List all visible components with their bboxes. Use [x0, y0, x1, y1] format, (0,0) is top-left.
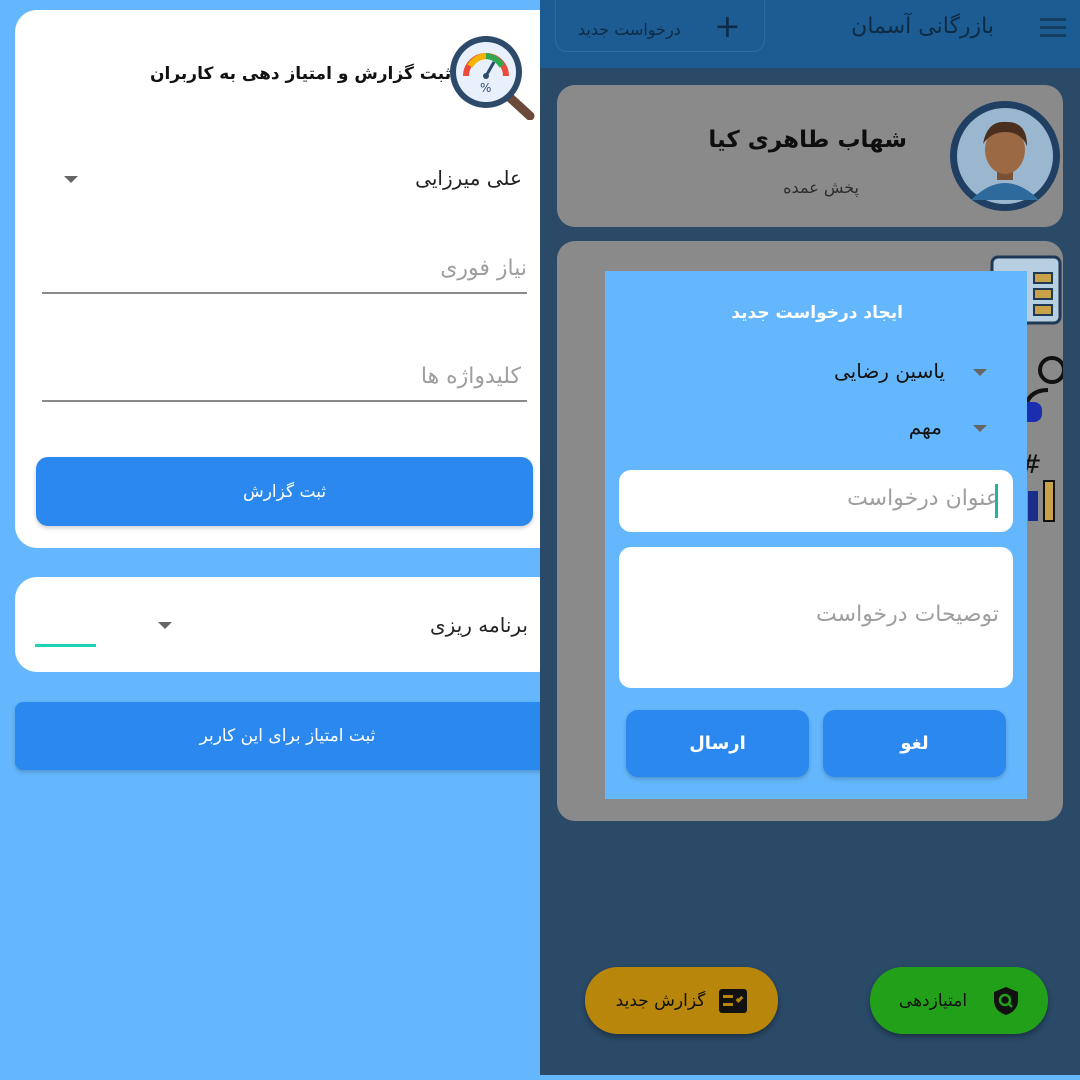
new-request-button[interactable]: درخواست جدید + [555, 0, 765, 52]
chevron-down-icon [64, 176, 78, 183]
checklist-icon [719, 988, 748, 1013]
keywords-placeholder: کلیدواژه ها [420, 364, 521, 389]
avatar [949, 100, 1061, 212]
scoring-fab[interactable]: امتیازدهی [870, 967, 1048, 1034]
request-title-input[interactable]: عنوان درخواست [619, 470, 1013, 532]
new-request-dialog: ایجاد درخواست جدید یاسین رضایی مهم عنوان… [605, 271, 1027, 799]
new-report-label: گزارش جدید [615, 990, 706, 1011]
new-request-label: درخواست جدید [578, 20, 681, 39]
report-screen: ثبت گزارش و امتیاز دهی به کاربران % علی … [0, 0, 560, 1080]
person-dropdown[interactable]: یاسین رضایی [815, 357, 995, 389]
request-title-placeholder: عنوان درخواست [847, 486, 999, 511]
new-report-fab[interactable]: گزارش جدید [585, 967, 778, 1034]
category-dropdown-value: برنامه ریزی [430, 613, 528, 637]
urgent-need-underline [42, 292, 527, 294]
submit-report-button[interactable]: ثبت گزارش [36, 457, 533, 526]
report-gauge-icon: % [444, 32, 536, 121]
category-indicator [35, 644, 96, 647]
profile-card: شهاب طاهری کیا پخش عمده [557, 85, 1063, 227]
profile-role: پخش عمده [783, 178, 859, 197]
plus-icon: + [714, 7, 741, 45]
app-title: بازرگانی آسمان [851, 14, 994, 39]
profile-name: شهاب طاهری کیا [708, 127, 907, 153]
user-dropdown[interactable]: علی میرزایی [40, 160, 528, 200]
chevron-down-icon [973, 369, 987, 376]
priority-dropdown-value: مهم [908, 415, 942, 439]
cancel-button[interactable]: لغو [823, 710, 1006, 777]
menu-icon[interactable] [1040, 18, 1066, 38]
chevron-down-icon [973, 425, 987, 432]
priority-dropdown[interactable]: مهم [895, 413, 995, 445]
main-screen: بازرگانی آسمان درخواست جدید + شهاب طاهری… [540, 0, 1080, 1075]
chevron-down-icon [158, 622, 172, 629]
request-description-input[interactable]: توصیحات درخواست [619, 547, 1013, 688]
dialog-title: ایجاد درخواست جدید [731, 303, 903, 323]
urgent-need-field[interactable]: نیاز فوری [42, 250, 527, 294]
user-dropdown-value: علی میرزایی [415, 166, 522, 190]
scoring-label: امتیازدهی [898, 990, 968, 1011]
svg-text:%: % [480, 81, 491, 95]
keywords-underline [42, 400, 527, 402]
person-dropdown-value: یاسین رضایی [833, 359, 945, 383]
category-dropdown[interactable]: برنامه ریزی [35, 605, 530, 649]
shield-search-icon [993, 986, 1019, 1016]
app-bar: بازرگانی آسمان درخواست جدید + [540, 0, 1080, 68]
report-form-title: ثبت گزارش و امتیاز دهی به کاربران [150, 64, 452, 84]
send-button[interactable]: ارسال [626, 710, 809, 777]
urgent-need-placeholder: نیاز فوری [440, 256, 527, 281]
request-description-placeholder: توصیحات درخواست [816, 602, 999, 627]
keywords-field[interactable]: کلیدواژه ها [42, 358, 527, 402]
text-cursor [995, 484, 998, 518]
submit-score-button[interactable]: ثبت امتیاز برای این کاربر [15, 702, 560, 770]
